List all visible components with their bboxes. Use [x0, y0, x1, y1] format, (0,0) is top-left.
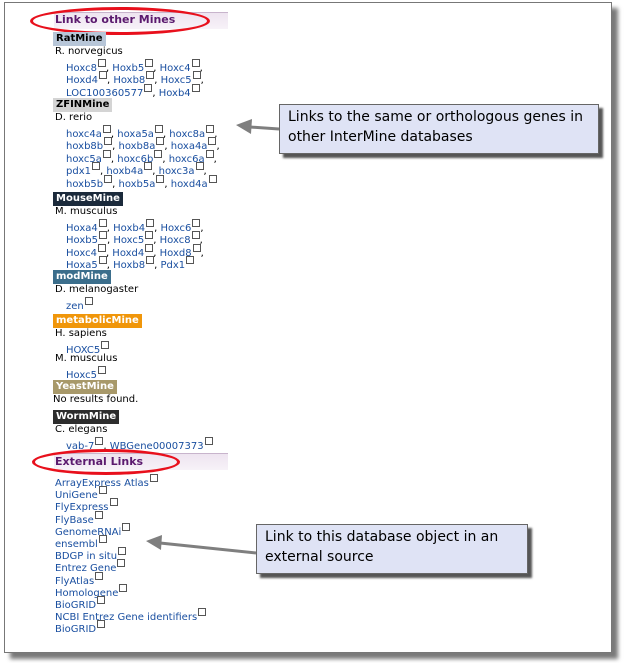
arrow-bottom-head [146, 535, 162, 550]
arrow-bottom-line [159, 541, 257, 555]
callout-arrows [146, 119, 280, 555]
arrow-top-head [236, 119, 252, 134]
arrow-top-line [249, 125, 280, 131]
